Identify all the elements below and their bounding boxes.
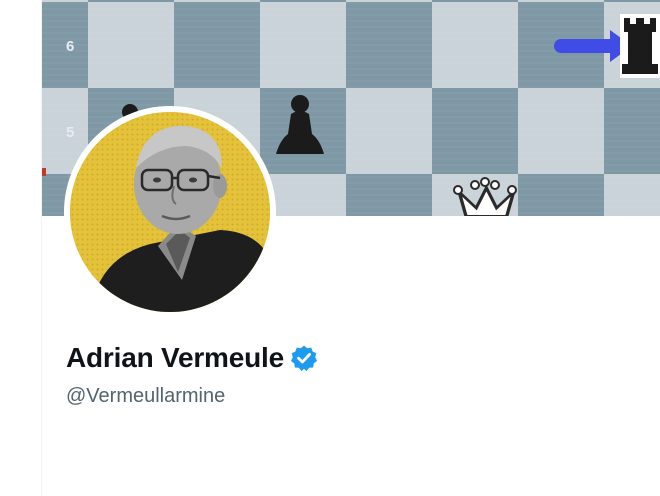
rank-label-6: 6 [66, 38, 75, 55]
rank-label-5: 5 [66, 124, 75, 141]
display-name: Adrian Vermeule [66, 342, 284, 373]
avatar[interactable] [70, 112, 270, 312]
profile-photo [70, 112, 270, 312]
profile-name-row: Adrian Vermeule [66, 342, 318, 374]
verified-badge-icon[interactable] [290, 344, 318, 372]
profile-handle: @Vermeullarmine [66, 385, 226, 407]
black-rook-icon [620, 14, 660, 78]
left-gutter [0, 0, 42, 496]
